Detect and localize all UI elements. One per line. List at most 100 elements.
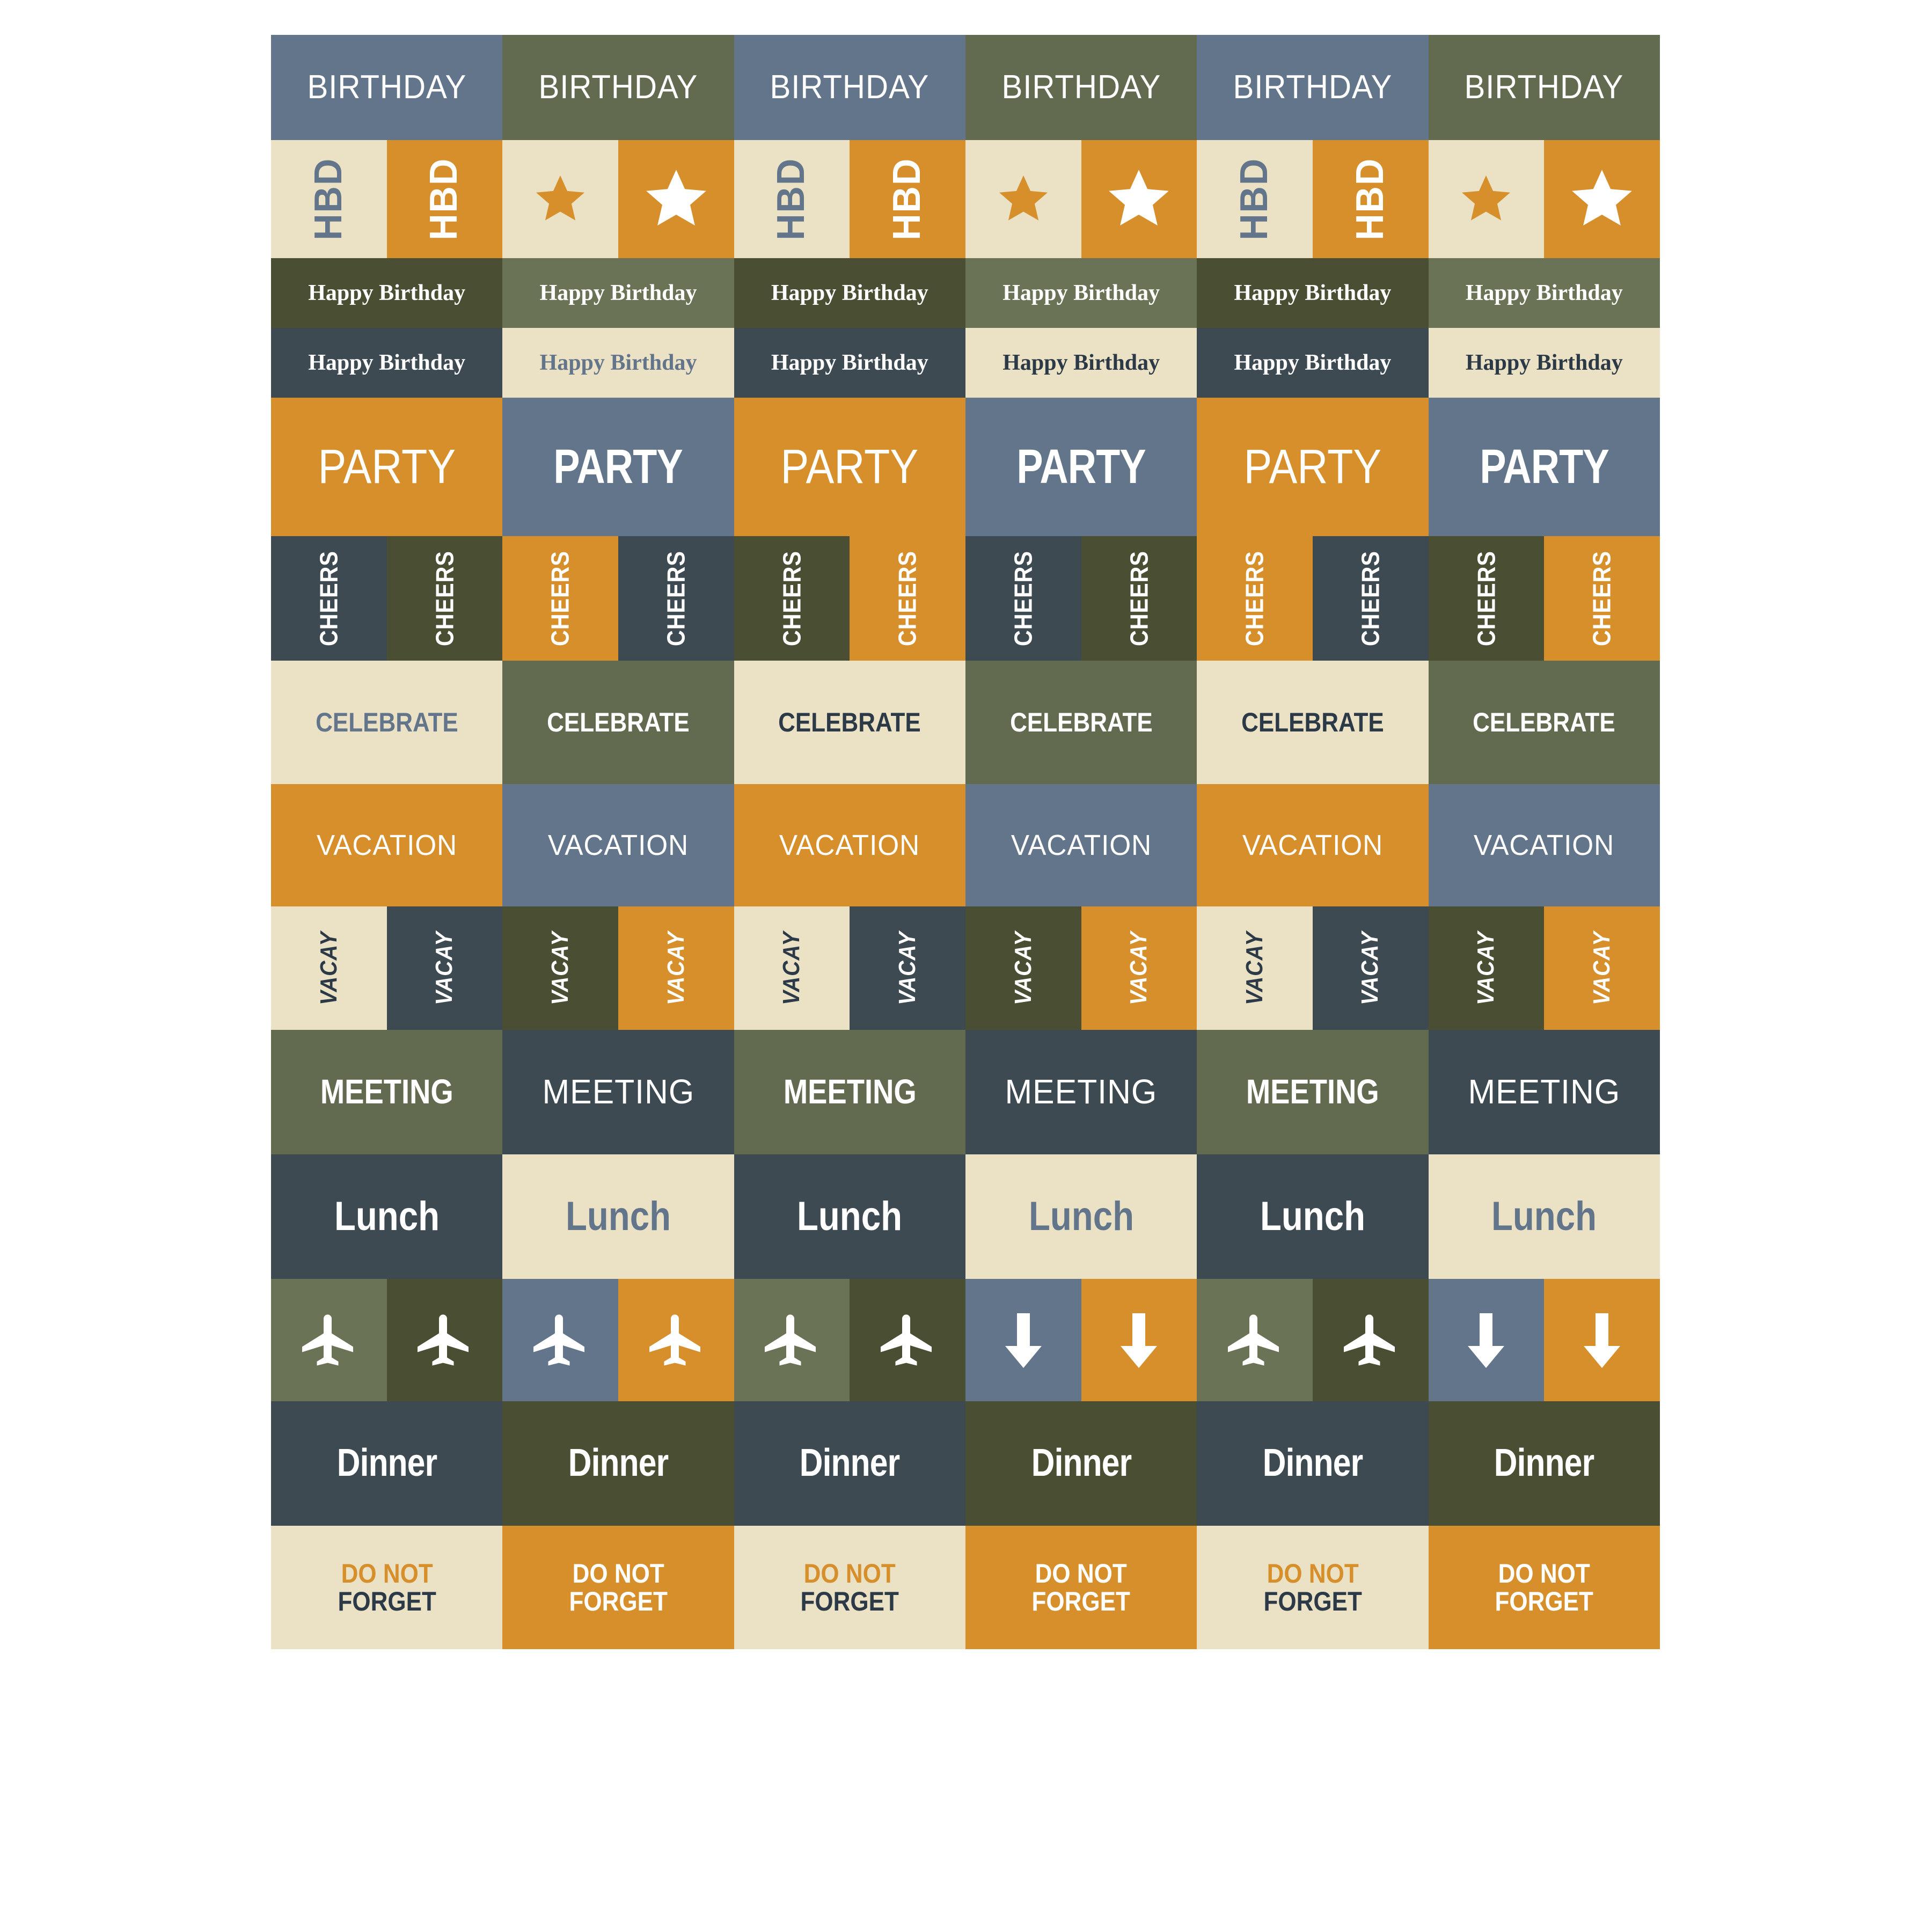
- sticker-vacay[interactable]: VACAY: [850, 906, 965, 1030]
- sticker-star[interactable]: [1081, 140, 1197, 258]
- sticker-vacay[interactable]: VACAY: [271, 906, 387, 1030]
- sticker-cheers[interactable]: CHEERS: [965, 536, 1081, 661]
- sticker-cheers[interactable]: CHEERS: [1081, 536, 1197, 661]
- sticker-party[interactable]: PARTY: [965, 398, 1197, 536]
- sticker-celebrate[interactable]: CELEBRATE: [271, 661, 503, 784]
- sticker-vacation[interactable]: VACATION: [1428, 784, 1660, 906]
- sticker-cheers[interactable]: CHEERS: [502, 536, 618, 661]
- sticker-hbd[interactable]: HBD: [1197, 140, 1313, 258]
- sticker-hbd[interactable]: HBD: [271, 140, 387, 258]
- sticker-vacay[interactable]: VACAY: [502, 906, 618, 1030]
- sticker-birthday[interactable]: BIRTHDAY: [271, 35, 503, 140]
- sticker-vacay[interactable]: VACAY: [1544, 906, 1660, 1030]
- sticker-cheers[interactable]: CHEERS: [1544, 536, 1660, 661]
- sticker-airplane[interactable]: [618, 1279, 734, 1401]
- sticker-airplane[interactable]: [1197, 1279, 1313, 1401]
- sticker-down-arrow[interactable]: [1081, 1279, 1197, 1401]
- sticker-happy-birthday[interactable]: Happy Birthday: [734, 258, 965, 328]
- sticker-hbd[interactable]: HBD: [1312, 140, 1429, 258]
- sticker-do-not-forget[interactable]: DO NOT FORGET: [1428, 1526, 1660, 1649]
- sticker-down-arrow[interactable]: [1428, 1279, 1545, 1401]
- sticker-celebrate[interactable]: CELEBRATE: [502, 661, 734, 784]
- sticker-dinner[interactable]: Dinner: [734, 1401, 965, 1526]
- sticker-meeting[interactable]: MEETING: [271, 1030, 503, 1154]
- sticker-vacay[interactable]: VACAY: [734, 906, 850, 1030]
- sticker-happy-birthday[interactable]: Happy Birthday: [1197, 328, 1429, 398]
- sticker-vacation[interactable]: VACATION: [734, 784, 965, 906]
- sticker-airplane[interactable]: [386, 1279, 503, 1401]
- sticker-airplane[interactable]: [734, 1279, 850, 1401]
- sticker-meeting[interactable]: MEETING: [502, 1030, 734, 1154]
- sticker-celebrate[interactable]: CELEBRATE: [734, 661, 965, 784]
- sticker-star[interactable]: [618, 140, 734, 258]
- sticker-hbd[interactable]: HBD: [386, 140, 503, 258]
- sticker-happy-birthday[interactable]: Happy Birthday: [965, 328, 1197, 398]
- sticker-cheers[interactable]: CHEERS: [1197, 536, 1313, 661]
- sticker-happy-birthday[interactable]: Happy Birthday: [965, 258, 1197, 328]
- sticker-cheers[interactable]: CHEERS: [386, 536, 503, 661]
- sticker-do-not-forget[interactable]: DO NOT FORGET: [1197, 1526, 1429, 1649]
- sticker-star[interactable]: [1428, 140, 1545, 258]
- sticker-happy-birthday[interactable]: Happy Birthday: [271, 328, 503, 398]
- sticker-star[interactable]: [1544, 140, 1660, 258]
- sticker-hbd[interactable]: HBD: [850, 140, 965, 258]
- sticker-vacay[interactable]: VACAY: [618, 906, 734, 1030]
- sticker-meeting[interactable]: MEETING: [1197, 1030, 1429, 1154]
- sticker-vacay[interactable]: VACAY: [1081, 906, 1197, 1030]
- sticker-dinner[interactable]: Dinner: [965, 1401, 1197, 1526]
- sticker-happy-birthday[interactable]: Happy Birthday: [734, 328, 965, 398]
- sticker-vacay[interactable]: VACAY: [386, 906, 503, 1030]
- sticker-vacay[interactable]: VACAY: [1312, 906, 1429, 1030]
- sticker-do-not-forget[interactable]: DO NOT FORGET: [502, 1526, 734, 1649]
- sticker-dinner[interactable]: Dinner: [502, 1401, 734, 1526]
- sticker-cheers[interactable]: CHEERS: [1428, 536, 1545, 661]
- sticker-airplane[interactable]: [1312, 1279, 1429, 1401]
- sticker-birthday[interactable]: BIRTHDAY: [502, 35, 734, 140]
- sticker-meeting[interactable]: MEETING: [1428, 1030, 1660, 1154]
- sticker-celebrate[interactable]: CELEBRATE: [965, 661, 1197, 784]
- sticker-dinner[interactable]: Dinner: [1428, 1401, 1660, 1526]
- sticker-happy-birthday[interactable]: Happy Birthday: [1428, 328, 1660, 398]
- sticker-airplane[interactable]: [502, 1279, 618, 1401]
- sticker-cheers[interactable]: CHEERS: [271, 536, 387, 661]
- sticker-party[interactable]: PARTY: [502, 398, 734, 536]
- sticker-happy-birthday[interactable]: Happy Birthday: [502, 258, 734, 328]
- sticker-lunch[interactable]: Lunch: [734, 1154, 965, 1279]
- sticker-happy-birthday[interactable]: Happy Birthday: [1428, 258, 1660, 328]
- sticker-airplane[interactable]: [271, 1279, 387, 1401]
- sticker-airplane[interactable]: [850, 1279, 965, 1401]
- sticker-party[interactable]: PARTY: [734, 398, 965, 536]
- sticker-vacation[interactable]: VACATION: [965, 784, 1197, 906]
- sticker-cheers[interactable]: CHEERS: [734, 536, 850, 661]
- sticker-hbd[interactable]: HBD: [734, 140, 850, 258]
- sticker-do-not-forget[interactable]: DO NOT FORGET: [965, 1526, 1197, 1649]
- sticker-happy-birthday[interactable]: Happy Birthday: [271, 258, 503, 328]
- sticker-down-arrow[interactable]: [1544, 1279, 1660, 1401]
- sticker-vacation[interactable]: VACATION: [271, 784, 503, 906]
- sticker-party[interactable]: PARTY: [1197, 398, 1429, 536]
- sticker-vacay[interactable]: VACAY: [1197, 906, 1313, 1030]
- sticker-vacation[interactable]: VACATION: [502, 784, 734, 906]
- sticker-happy-birthday[interactable]: Happy Birthday: [1197, 258, 1429, 328]
- sticker-lunch[interactable]: Lunch: [965, 1154, 1197, 1279]
- sticker-vacay[interactable]: VACAY: [965, 906, 1081, 1030]
- sticker-celebrate[interactable]: CELEBRATE: [1197, 661, 1429, 784]
- sticker-star[interactable]: [965, 140, 1081, 258]
- sticker-cheers[interactable]: CHEERS: [1312, 536, 1429, 661]
- sticker-dinner[interactable]: Dinner: [271, 1401, 503, 1526]
- sticker-lunch[interactable]: Lunch: [271, 1154, 503, 1279]
- sticker-cheers[interactable]: CHEERS: [850, 536, 965, 661]
- sticker-meeting[interactable]: MEETING: [965, 1030, 1197, 1154]
- sticker-meeting[interactable]: MEETING: [734, 1030, 965, 1154]
- sticker-lunch[interactable]: Lunch: [1428, 1154, 1660, 1279]
- sticker-lunch[interactable]: Lunch: [502, 1154, 734, 1279]
- sticker-do-not-forget[interactable]: DO NOT FORGET: [271, 1526, 503, 1649]
- sticker-cheers[interactable]: CHEERS: [618, 536, 734, 661]
- sticker-do-not-forget[interactable]: DO NOT FORGET: [734, 1526, 965, 1649]
- sticker-celebrate[interactable]: CELEBRATE: [1428, 661, 1660, 784]
- sticker-star[interactable]: [502, 140, 618, 258]
- sticker-dinner[interactable]: Dinner: [1197, 1401, 1429, 1526]
- sticker-lunch[interactable]: Lunch: [1197, 1154, 1429, 1279]
- sticker-birthday[interactable]: BIRTHDAY: [965, 35, 1197, 140]
- sticker-birthday[interactable]: BIRTHDAY: [1197, 35, 1429, 140]
